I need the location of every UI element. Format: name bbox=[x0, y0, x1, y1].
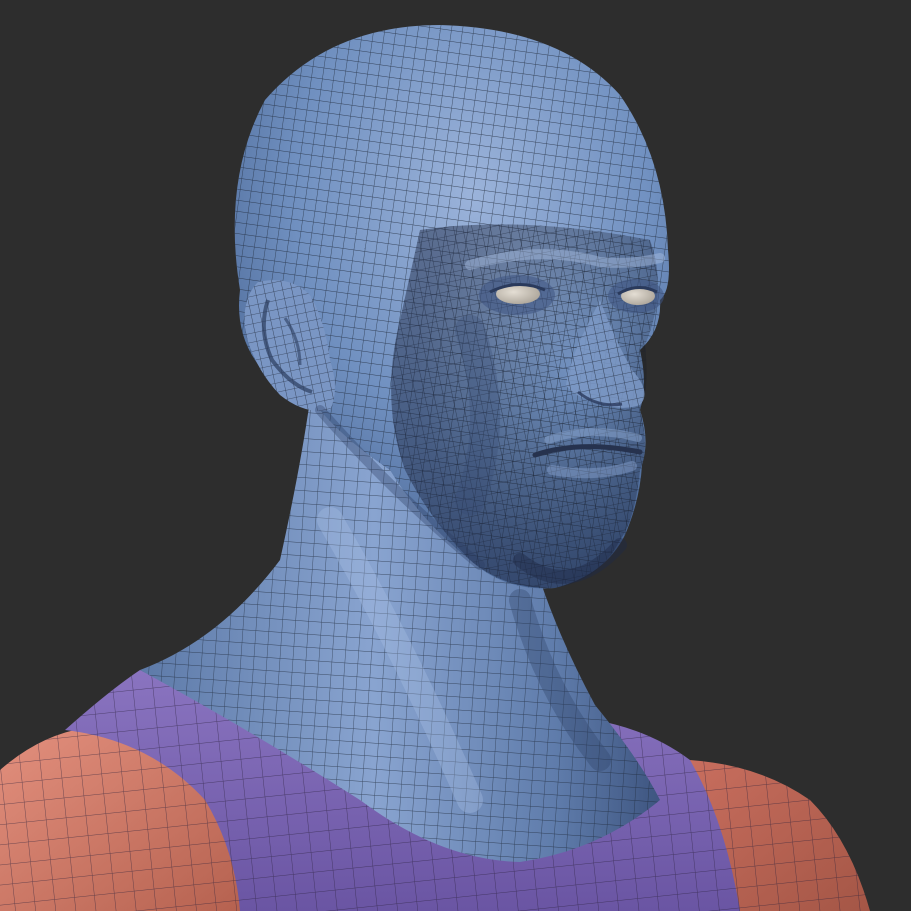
sculpt-render bbox=[0, 0, 911, 911]
render-viewport bbox=[0, 0, 911, 911]
